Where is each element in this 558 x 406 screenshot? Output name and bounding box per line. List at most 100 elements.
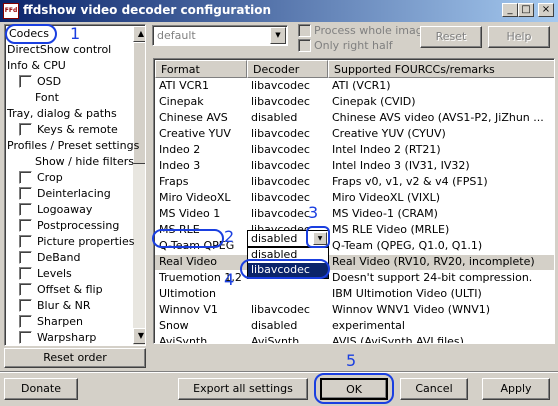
remarks-cell: Fraps v0, v1, v2 & v4 (FPS1) bbox=[332, 175, 488, 188]
tree-item[interactable]: OSD bbox=[19, 74, 61, 90]
scroll-down-icon[interactable]: ▼ bbox=[133, 328, 145, 344]
decoder-cell[interactable]: libavcodec bbox=[247, 175, 328, 190]
tree-item-label: OSD bbox=[37, 75, 62, 88]
decoder-cell[interactable]: disabled bbox=[247, 111, 328, 126]
table-row[interactable]: ATI VCR1 libavcodec ATI (VCR1) bbox=[155, 79, 554, 94]
table-row[interactable]: Indeo 3 libavcodec Intel Indeo 3 (IV31, IV… bbox=[155, 159, 554, 174]
table-row[interactable]: Truemotion 1,2 Doesn't support 24-bit com… bbox=[155, 271, 554, 286]
tree-item-label: Show / hide filters bbox=[35, 155, 134, 168]
only-right-half-checkbox[interactable] bbox=[298, 39, 311, 52]
table-row[interactable]: Winnov V1 libavcodec Winnov WNV1 Video (WN… bbox=[155, 303, 554, 318]
tree-scrollbar[interactable]: ▲ ▼ bbox=[133, 26, 145, 345]
tree-item[interactable]: Deinterlacing bbox=[19, 186, 111, 202]
settings-tree[interactable]: ▲ ▼ Codecs DirectShow control Info & CPU OS… bbox=[4, 24, 146, 346]
export-all-settings-button[interactable]: Export all settings bbox=[178, 378, 308, 400]
column-header-format[interactable]: Format bbox=[155, 60, 247, 78]
decoder-cell[interactable]: libavcodec bbox=[247, 143, 328, 158]
tree-item-label: Logoaway bbox=[37, 203, 93, 216]
tree-item-checkbox[interactable] bbox=[19, 203, 32, 216]
window-title: ffdshow video decoder configuration bbox=[23, 3, 272, 17]
tree-item[interactable]: DeBand bbox=[19, 250, 80, 266]
tree-item-checkbox[interactable] bbox=[19, 283, 32, 296]
annotation-oval-libavcodec bbox=[240, 259, 330, 279]
tree-item[interactable]: Picture properties bbox=[19, 234, 134, 250]
tree-item[interactable]: Keys & remote bbox=[19, 122, 118, 138]
tree-item-checkbox[interactable] bbox=[19, 331, 32, 344]
cancel-button[interactable]: Cancel bbox=[400, 378, 468, 400]
maximize-button[interactable]: □ bbox=[518, 3, 534, 17]
chevron-down-icon[interactable]: ▼ bbox=[270, 27, 286, 44]
tree-item[interactable]: Logoaway bbox=[19, 202, 92, 218]
table-row[interactable]: Indeo 2 libavcodec Intel Indeo 2 (RT21) bbox=[155, 143, 554, 158]
decoder-cell[interactable]: libavcodec bbox=[247, 127, 328, 142]
tree-item-checkbox[interactable] bbox=[19, 187, 32, 200]
tree-item[interactable]: DirectShow control bbox=[7, 42, 111, 58]
tree-item-checkbox[interactable] bbox=[19, 219, 32, 232]
tree-item[interactable]: Blur & NR bbox=[19, 298, 91, 314]
column-header-decoder[interactable]: Decoder bbox=[247, 60, 328, 78]
tree-item-checkbox[interactable] bbox=[19, 235, 32, 248]
table-row[interactable]: Creative YUV libavcodec Creative YUV (CYUV… bbox=[155, 127, 554, 142]
help-button[interactable]: Help bbox=[488, 26, 550, 48]
tree-item[interactable]: Crop bbox=[19, 170, 63, 186]
preset-reset-button[interactable]: Reset bbox=[420, 26, 482, 48]
decoder-cell[interactable]: AviSynth bbox=[247, 335, 328, 343]
table-row[interactable]: Snow disabled experimental bbox=[155, 319, 554, 334]
tree-item-checkbox[interactable] bbox=[19, 75, 32, 88]
tree-item-label: Keys & remote bbox=[37, 123, 118, 136]
tree-item[interactable]: Warpsharp bbox=[19, 330, 96, 345]
tree-item-label: Sharpen bbox=[37, 315, 83, 328]
tree-item[interactable]: Show / hide filters bbox=[35, 154, 134, 170]
tree-item[interactable]: Levels bbox=[19, 266, 72, 282]
remarks-cell: Q-Team (QPEG, Q1.0, Q1.1) bbox=[332, 239, 483, 252]
tree-item-checkbox[interactable] bbox=[19, 315, 32, 328]
table-row[interactable]: Cinepak libavcodec Cinepak (CVID) bbox=[155, 95, 554, 110]
tree-item-checkbox[interactable] bbox=[19, 123, 32, 136]
table-row[interactable]: Miro VideoXL libavcodec Miro VideoXL (VIXL… bbox=[155, 191, 554, 206]
format-cell: Ultimotion bbox=[159, 287, 216, 300]
codec-grid[interactable]: Format Decoder Supported FOURCCs/remarks… bbox=[153, 58, 555, 344]
table-row[interactable]: Ultimotion IBM Ultimotion Video (ULTI) bbox=[155, 287, 554, 302]
donate-button[interactable]: Donate bbox=[4, 378, 78, 400]
annotation-oval-dropdown-arrow bbox=[306, 226, 330, 248]
ffdshow-app-icon: FFd bbox=[3, 3, 19, 19]
tree-item-checkbox[interactable] bbox=[19, 299, 32, 312]
tree-item[interactable]: Font bbox=[35, 90, 59, 106]
close-button[interactable]: × bbox=[538, 3, 554, 17]
decoder-cell[interactable]: disabled bbox=[247, 319, 328, 334]
remarks-cell: Miro VideoXL (VIXL) bbox=[332, 191, 441, 204]
remarks-cell: Doesn't support 24-bit compression. bbox=[332, 271, 533, 284]
tree-item[interactable]: Offset & flip bbox=[19, 282, 103, 298]
table-row[interactable]: MS Video 1 libavcodec MS Video-1 (CRAM) bbox=[155, 207, 554, 222]
table-row[interactable]: Fraps libavcodec Fraps v0, v1, v2 & v4 (FP… bbox=[155, 175, 554, 190]
tree-item-checkbox[interactable] bbox=[19, 171, 32, 184]
reset-order-button[interactable]: Reset order bbox=[4, 348, 146, 368]
tree-item-label: Deinterlacing bbox=[37, 187, 111, 200]
column-header-remarks[interactable]: Supported FOURCCs/remarks bbox=[328, 60, 554, 78]
decoder-cell[interactable] bbox=[247, 287, 328, 302]
decoder-dropdown-value: disabled bbox=[251, 232, 298, 245]
tree-item[interactable]: Profiles / Preset settings bbox=[7, 138, 139, 154]
remarks-cell: Intel Indeo 3 (IV31, IV32) bbox=[332, 159, 470, 172]
remarks-cell: Real Video (RV10, RV20, incomplete) bbox=[328, 255, 554, 270]
decoder-cell[interactable]: libavcodec bbox=[247, 79, 328, 94]
tree-item-checkbox[interactable] bbox=[19, 267, 32, 280]
tree-item-checkbox[interactable] bbox=[19, 251, 32, 264]
decoder-cell[interactable]: libavcodec bbox=[247, 159, 328, 174]
tree-item[interactable]: Sharpen bbox=[19, 314, 83, 330]
scroll-up-icon[interactable]: ▲ bbox=[133, 26, 145, 42]
decoder-cell[interactable]: libavcodec bbox=[247, 303, 328, 318]
tree-item[interactable]: Postprocessing bbox=[19, 218, 119, 234]
minimize-button[interactable]: _ bbox=[502, 3, 518, 17]
process-whole-image-checkbox[interactable] bbox=[298, 24, 311, 37]
table-row[interactable]: AviSynth AviSynth AVIS (AviSynth AVI files… bbox=[155, 335, 554, 343]
table-row[interactable]: Real VideodisabledReal Video (RV10, RV20… bbox=[155, 255, 554, 270]
tree-item[interactable]: Tray, dialog & paths bbox=[7, 106, 117, 122]
preset-select[interactable]: default ▼ bbox=[152, 25, 288, 46]
tree-item-label: Blur & NR bbox=[37, 299, 91, 312]
table-row[interactable]: Chinese AVS disabled Chinese AVS video (AV… bbox=[155, 111, 554, 126]
decoder-cell[interactable]: libavcodec bbox=[247, 95, 328, 110]
apply-button[interactable]: Apply bbox=[482, 378, 550, 400]
annotation-number-1: 1 bbox=[70, 24, 81, 43]
tree-item[interactable]: Info & CPU bbox=[7, 58, 66, 74]
